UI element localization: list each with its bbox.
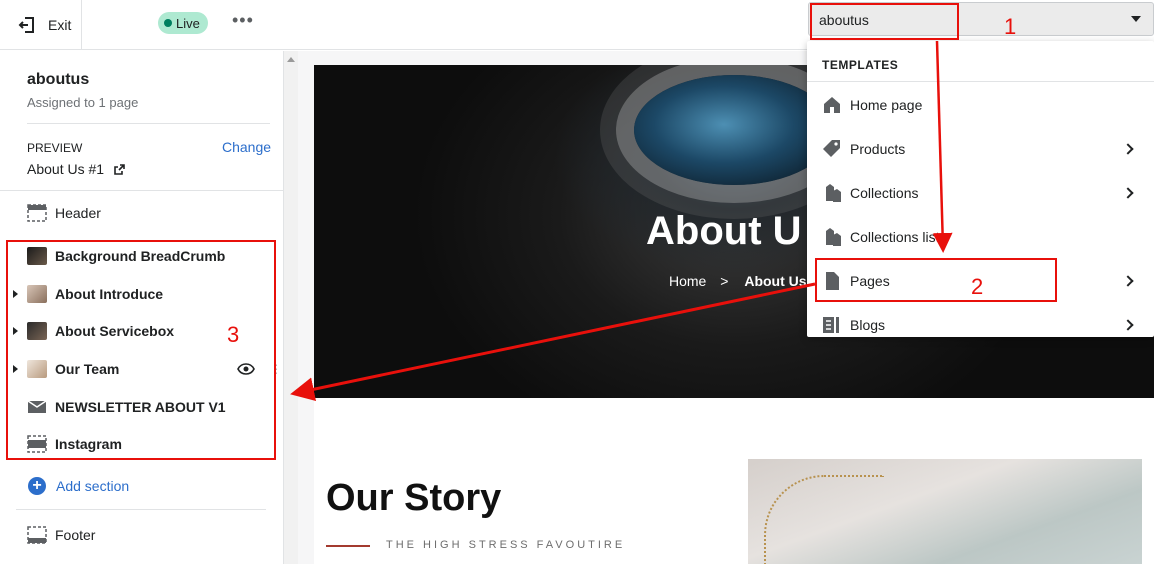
exit-label: Exit: [48, 17, 72, 33]
caret-down-icon: [1131, 16, 1141, 22]
story-subtitle: THE HIGH STRESS FAVOUTIRE: [386, 539, 626, 551]
hero-title: About U: [646, 209, 802, 253]
template-item-collections-list[interactable]: Collections list: [807, 217, 1154, 257]
section-footer[interactable]: Footer: [0, 517, 284, 553]
add-section-button[interactable]: + Add section: [28, 477, 129, 495]
template-item-products[interactable]: Products: [807, 129, 1154, 169]
external-link-icon: [114, 164, 125, 175]
annotation-number-1: 1: [1004, 14, 1017, 39]
scroll-up-arrow-icon[interactable]: [287, 57, 295, 62]
annotation-box-2: [815, 258, 1057, 302]
section-header-label: Header: [55, 205, 101, 221]
preview-page[interactable]: About Us #1: [27, 161, 125, 177]
story-accent-line: [326, 545, 370, 547]
template-item-label: Home page: [850, 97, 923, 113]
template-item-home-page[interactable]: Home page: [807, 85, 1154, 125]
exit-icon: [18, 17, 34, 33]
hero-ring-image: [634, 75, 834, 185]
blog-icon: [823, 317, 839, 333]
sidebar-scrollbar[interactable]: [284, 51, 298, 564]
add-section-label: Add section: [56, 478, 130, 494]
status-badge-label: Live: [176, 15, 200, 31]
annotation-box-3: [6, 240, 276, 460]
annotation-number-3: 3: [227, 322, 240, 347]
breadcrumb: Home > About Us: [669, 273, 807, 289]
template-name: aboutus: [27, 71, 90, 88]
divider: [807, 81, 1154, 82]
chevron-right-icon: [1122, 275, 1134, 287]
annotation-box-1: [810, 3, 959, 40]
template-item-label: Collections: [850, 185, 919, 201]
breadcrumb-home[interactable]: Home: [669, 273, 706, 289]
status-badge: Live: [158, 12, 208, 34]
collection-icon: [826, 184, 841, 202]
template-item-label: Blogs: [850, 317, 886, 333]
dropdown-heading: TEMPLATES: [822, 58, 899, 72]
tag-icon: [823, 140, 840, 157]
home-icon: [824, 97, 840, 113]
breadcrumb-current: About Us: [744, 273, 807, 289]
template-item-label: Products: [850, 141, 906, 157]
template-item-collections[interactable]: Collections: [807, 173, 1154, 213]
more-actions-button[interactable]: •••: [232, 10, 254, 31]
annotation-number-2: 2: [971, 274, 984, 299]
chevron-right-icon: [1122, 143, 1134, 155]
chevron-right-icon: [1122, 187, 1134, 199]
preview-page-label: About Us #1: [27, 161, 105, 177]
template-item-label: Collections list: [850, 229, 940, 245]
live-dot-icon: [164, 19, 172, 27]
divider: [16, 509, 266, 510]
template-assigned: Assigned to 1 page: [27, 95, 139, 110]
section-header[interactable]: Header: [0, 195, 284, 231]
story-title: Our Story: [326, 477, 502, 519]
plus-circle-icon: +: [28, 477, 46, 495]
divider: [0, 190, 284, 191]
collection-icon: [826, 228, 841, 246]
preview-label: PREVIEW: [27, 141, 83, 155]
template-item-blogs[interactable]: Blogs: [807, 305, 1154, 337]
change-preview-link[interactable]: Change: [222, 139, 271, 155]
divider: [27, 123, 270, 124]
exit-button[interactable]: Exit: [0, 0, 82, 50]
header-section-icon: [27, 204, 47, 222]
breadcrumb-separator: >: [720, 273, 729, 289]
section-footer-label: Footer: [55, 527, 96, 543]
footer-section-icon: [27, 526, 47, 544]
chevron-right-icon: [1122, 319, 1134, 331]
